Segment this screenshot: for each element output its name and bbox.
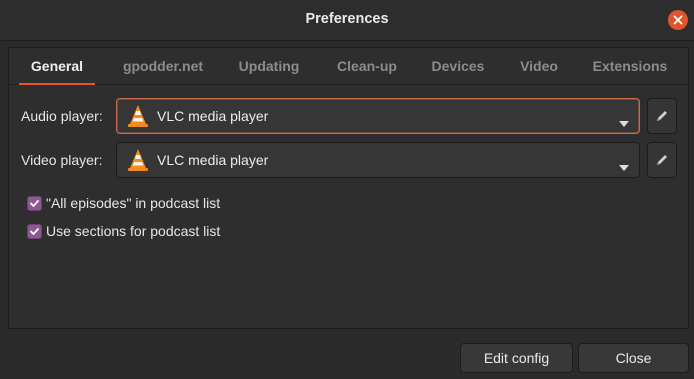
tab-video[interactable]: Video	[509, 48, 569, 84]
tab-gpodder-net[interactable]: gpodder.net	[113, 48, 213, 84]
checkmark-icon	[30, 228, 39, 235]
window-title: Preferences	[305, 11, 389, 27]
vlc-cone-icon	[125, 103, 151, 134]
pencil-icon	[657, 111, 667, 121]
preferences-notebook: General gpodder.net Updating Clean-up De…	[8, 47, 689, 329]
edit-config-button[interactable]: Edit config	[460, 343, 573, 373]
audio-player-combo[interactable]: VLC media player	[116, 98, 640, 134]
close-window-button[interactable]	[668, 10, 688, 30]
use-sections-label[interactable]: Use sections for podcast list	[46, 223, 220, 239]
tab-general[interactable]: General	[19, 48, 95, 85]
tab-devices[interactable]: Devices	[423, 48, 493, 84]
pencil-icon	[657, 155, 667, 165]
tab-bar: General gpodder.net Updating Clean-up De…	[9, 48, 688, 85]
vlc-cone-icon	[125, 147, 151, 178]
video-player-combo[interactable]: VLC media player	[116, 142, 640, 178]
close-button[interactable]: Close	[578, 343, 689, 373]
use-sections-checkbox[interactable]	[27, 224, 42, 239]
all-episodes-checkbox[interactable]	[27, 196, 42, 211]
audio-player-value: VLC media player	[157, 108, 269, 124]
tab-updating[interactable]: Updating	[231, 48, 307, 84]
tab-clean-up[interactable]: Clean-up	[327, 48, 407, 84]
video-player-label: Video player:	[21, 152, 103, 168]
all-episodes-label[interactable]: "All episodes" in podcast list	[46, 195, 220, 211]
checkmark-icon	[30, 200, 39, 207]
title-bar: Preferences	[0, 0, 694, 41]
tab-extensions[interactable]: Extensions	[585, 48, 675, 84]
audio-player-edit-button[interactable]	[647, 98, 677, 134]
video-player-value: VLC media player	[157, 152, 269, 168]
close-icon	[673, 15, 683, 25]
chevron-down-icon	[619, 158, 629, 176]
video-player-edit-button[interactable]	[647, 142, 677, 178]
chevron-down-icon	[619, 114, 629, 132]
audio-player-label: Audio player:	[21, 108, 103, 124]
